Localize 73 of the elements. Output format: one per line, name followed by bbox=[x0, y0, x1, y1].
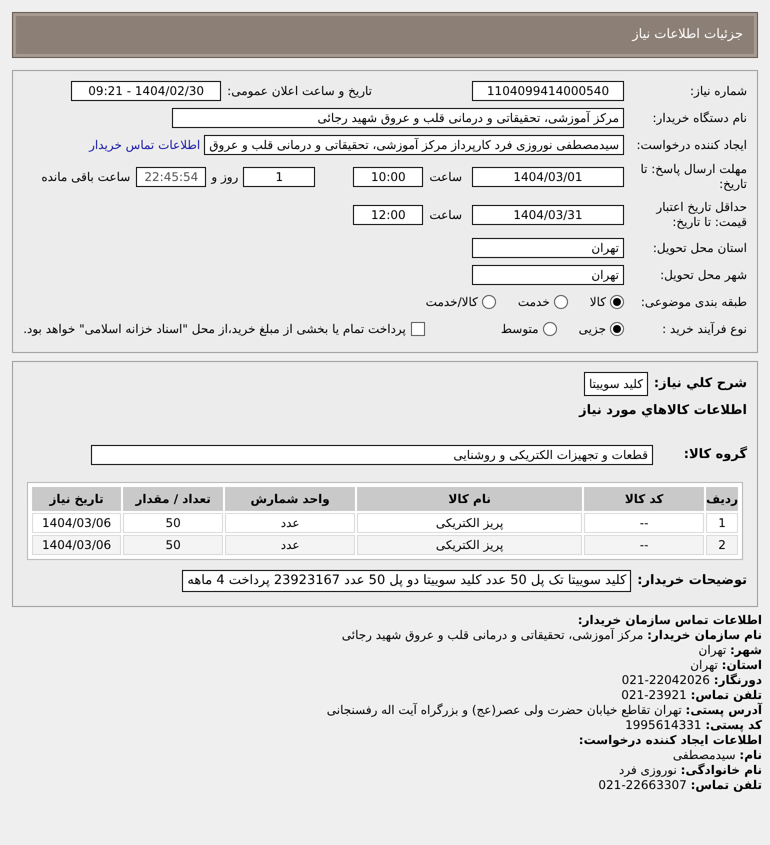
field-label: استان محل تحویل: bbox=[652, 240, 747, 256]
input-field[interactable]: کلید سوییتا bbox=[584, 372, 648, 396]
field-label: خدمت bbox=[518, 294, 550, 310]
field-label: نوع فرآیند خرید : bbox=[661, 320, 747, 338]
radio-button[interactable] bbox=[482, 294, 496, 308]
radio-button[interactable] bbox=[542, 322, 557, 336]
field-label: شهر محل تحویل: bbox=[659, 266, 747, 284]
contact-heading: اطلاعات ایجاد کننده درخواست: bbox=[578, 733, 762, 748]
column-header: نام کالا bbox=[357, 487, 582, 511]
table-cell: 50 bbox=[123, 513, 224, 533]
input-field[interactable]: کلید سوییتا تک پل 50 عدد کلید سوییتا دو پل 50 عدد 23923167 پرداخت 4 ماهه bbox=[182, 570, 632, 592]
input-field[interactable]: 1104099414000540 bbox=[472, 80, 624, 100]
contact-line: استان: تهران bbox=[689, 658, 762, 673]
input-field[interactable]: سیدمصطفی نوروزی فرد کارپرداز مرکز آموزشی، تحقیقاتی و درمانی قلب و عروق bbox=[204, 134, 624, 154]
contact-line: شهر: تهران bbox=[698, 643, 762, 658]
input-field[interactable]: 1404/03/31 bbox=[472, 205, 624, 225]
checkbox[interactable] bbox=[410, 322, 425, 336]
input-field[interactable]: 1404/03/01 bbox=[472, 167, 624, 187]
contact-line: آدرس پستی: تهران تقاطع خیابان حضرت ولی عصر(عج) و بزرگراه آیت اله رفسنجانی bbox=[326, 703, 762, 718]
table-cell: عدد bbox=[225, 535, 356, 555]
column-header: تعداد / مقدار bbox=[123, 487, 224, 511]
input-field[interactable]: تهران bbox=[472, 264, 624, 284]
field-label: ساعت bbox=[429, 207, 462, 224]
input-field[interactable]: 1 bbox=[243, 167, 316, 187]
field-label: نام دستگاه خریدار: bbox=[652, 110, 747, 126]
field-label: توضیحات خریدار: bbox=[637, 572, 747, 590]
input-field[interactable]: 10:00 bbox=[353, 167, 424, 187]
table-cell: عدد bbox=[225, 513, 356, 533]
input-field[interactable]: 1404/02/30 - 09:21 bbox=[71, 80, 222, 100]
table-cell: 2 bbox=[706, 535, 738, 555]
page-title: جزئیات اطلاعات نیاز bbox=[632, 26, 743, 44]
field-label: کالا bbox=[590, 294, 606, 310]
table-cell: 50 bbox=[123, 535, 224, 555]
input-field[interactable]: 22:45:54 bbox=[136, 167, 206, 187]
contact-link[interactable]: اطلاعات تماس خریدار bbox=[89, 136, 200, 154]
table-cell: -- bbox=[584, 535, 704, 555]
column-header: تاریخ نیاز bbox=[32, 487, 122, 511]
field-label: ساعت باقی مانده bbox=[41, 169, 130, 186]
contact-line: نام سازمان خریدار: مرکز آموزشی، تحقیقاتی و درمانی قلب و عروق شهید رجائی bbox=[340, 628, 762, 643]
field-label: حداقل تاریخ اعتبار قیمت: تا تاریخ: bbox=[654, 200, 747, 230]
contact-heading: اطلاعات تماس سازمان خریدار: bbox=[576, 613, 762, 628]
field-label: جزیی bbox=[578, 320, 606, 338]
table-cell: 1404/03/06 bbox=[32, 535, 122, 555]
field-label: تاریخ و ساعت اعلان عمومی: bbox=[227, 82, 372, 100]
column-header: ردیف bbox=[706, 487, 738, 511]
table-cell: -- bbox=[584, 513, 704, 533]
field-label: متوسط bbox=[500, 320, 539, 338]
field-label: روز و bbox=[211, 169, 238, 186]
field-label: مهلت ارسال پاسخ: تا تاریخ: bbox=[639, 162, 747, 192]
field-label: ساعت bbox=[429, 169, 462, 186]
input-field[interactable]: قطعات و تجهیزات الکتریکی و روشنایی bbox=[91, 445, 653, 465]
table-cell: 1404/03/06 bbox=[32, 513, 122, 533]
table-cell: 1 bbox=[706, 513, 738, 533]
field-label: کالا/خدمت bbox=[426, 294, 478, 310]
field-label: پرداخت تمام یا بخشی از مبلغ خرید،از محل "اسناد خزانه اسلامی" خواهد بود. bbox=[23, 320, 406, 338]
table-cell: پریز الکتریکی bbox=[357, 513, 582, 533]
field-label: شرح کلي نياز: bbox=[654, 375, 747, 394]
field-label: ایجاد کننده درخواست: bbox=[635, 136, 747, 154]
input-field[interactable]: مرکز آموزشی، تحقیقاتی و درمانی قلب و عروق شهید رجائی bbox=[172, 108, 624, 128]
table-cell: پریز الکتریکی bbox=[357, 535, 582, 555]
contact-line: نام: سیدمصطفی bbox=[672, 748, 762, 763]
section-heading: اطلاعات کالاهاي مورد نياز bbox=[579, 402, 747, 420]
input-field[interactable]: تهران bbox=[472, 238, 624, 258]
column-header: واحد شمارش bbox=[225, 487, 356, 511]
input-field[interactable]: 12:00 bbox=[353, 205, 424, 225]
radio-button[interactable] bbox=[610, 294, 624, 308]
radio-button[interactable] bbox=[554, 294, 568, 308]
field-label: گروه کالا: bbox=[682, 445, 747, 464]
contact-line: نام خانوادگی: نوروزی فرد bbox=[618, 763, 762, 778]
radio-button[interactable] bbox=[610, 322, 624, 336]
field-label: شماره نیاز: bbox=[689, 82, 747, 100]
field-label: طبقه بندی موضوعی: bbox=[640, 294, 747, 310]
column-header: کد کالا bbox=[584, 487, 704, 511]
